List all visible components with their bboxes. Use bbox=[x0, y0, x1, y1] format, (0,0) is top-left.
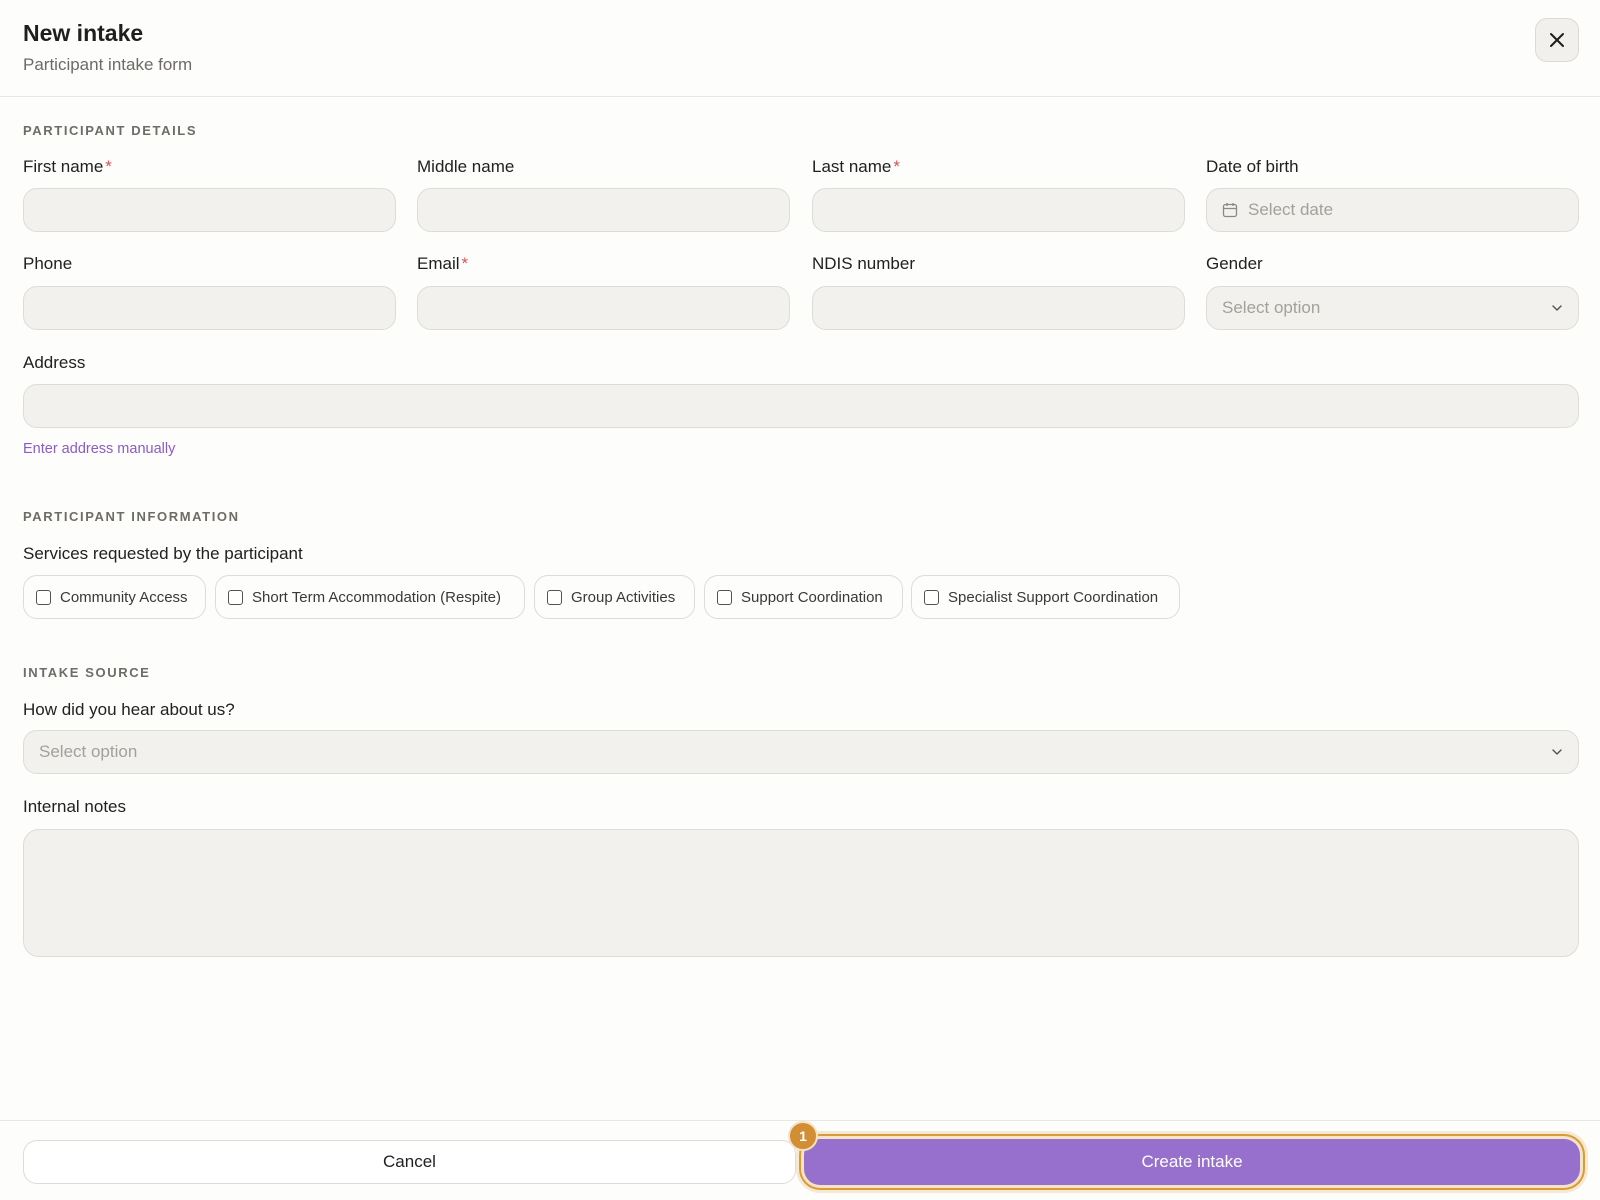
modal-title: New intake bbox=[23, 20, 144, 46]
phone-label: Phone bbox=[23, 254, 73, 273]
close-icon bbox=[1550, 33, 1564, 47]
section-intake-source: INTAKE SOURCE bbox=[23, 665, 151, 680]
required-marker: * bbox=[105, 157, 112, 176]
middle-name-label: Middle name bbox=[417, 157, 515, 176]
checkbox[interactable] bbox=[228, 589, 243, 605]
section-participant-information: PARTICIPANT INFORMATION bbox=[23, 509, 240, 524]
first-name-label: First name * bbox=[23, 157, 112, 176]
service-option-label: Community Access bbox=[60, 588, 188, 606]
checkbox[interactable] bbox=[547, 589, 562, 605]
last-name-input[interactable] bbox=[812, 188, 1185, 232]
modal-header: New intake Participant intake form bbox=[0, 0, 1600, 97]
service-option-support-coordination[interactable]: Support Coordination bbox=[704, 575, 903, 619]
date-of-birth-picker[interactable]: Select date bbox=[1206, 188, 1579, 232]
close-button[interactable] bbox=[1535, 18, 1579, 62]
service-option-short-term-accommodation[interactable]: Short Term Accommodation (Respite) bbox=[215, 575, 525, 619]
checkbox[interactable] bbox=[717, 589, 732, 605]
gender-select[interactable]: Select option bbox=[1206, 286, 1579, 330]
hear-about-label: How did you hear about us? bbox=[23, 700, 235, 719]
first-name-input[interactable] bbox=[23, 188, 396, 232]
email-input[interactable] bbox=[417, 286, 790, 330]
checkbox[interactable] bbox=[924, 589, 939, 605]
service-option-label: Group Activities bbox=[571, 588, 676, 606]
ndis-number-input[interactable] bbox=[812, 286, 1185, 330]
address-label: Address bbox=[23, 353, 86, 372]
service-option-label: Specialist Support Coordination bbox=[948, 588, 1159, 606]
email-label: Email * bbox=[417, 254, 469, 273]
chevron-down-icon bbox=[1552, 749, 1562, 755]
internal-notes-textarea[interactable] bbox=[23, 829, 1579, 957]
checkbox[interactable] bbox=[36, 589, 51, 605]
chevron-down-icon bbox=[1552, 305, 1562, 311]
service-option-label: Support Coordination bbox=[741, 588, 883, 606]
last-name-label: Last name * bbox=[812, 157, 901, 176]
address-input[interactable] bbox=[23, 384, 1579, 428]
service-option-label: Short Term Accommodation (Respite) bbox=[252, 588, 501, 606]
services-label: Services requested by the participant bbox=[23, 544, 303, 563]
service-option-specialist-support-coordination[interactable]: Specialist Support Coordination bbox=[911, 575, 1180, 619]
required-marker: * bbox=[461, 254, 469, 273]
modal-subtitle: Participant intake form bbox=[23, 55, 193, 74]
gender-placeholder: Select option bbox=[1222, 298, 1321, 317]
enter-address-manually-link[interactable]: Enter address manually bbox=[23, 441, 175, 457]
date-of-birth-placeholder: Select date bbox=[1248, 200, 1334, 219]
calendar-icon bbox=[1222, 203, 1238, 218]
new-intake-modal: New intake Participant intake form PARTI… bbox=[0, 0, 1600, 1200]
create-intake-button[interactable]: Create intake bbox=[804, 1139, 1580, 1185]
internal-notes-label: Internal notes bbox=[23, 797, 127, 816]
service-option-group-activities[interactable]: Group Activities bbox=[534, 575, 695, 619]
hear-about-select[interactable]: Select option bbox=[23, 730, 1579, 774]
gender-label: Gender bbox=[1206, 254, 1263, 273]
section-participant-details: PARTICIPANT DETAILS bbox=[23, 123, 198, 138]
ndis-number-label: NDIS number bbox=[812, 254, 915, 273]
cancel-button[interactable]: Cancel bbox=[23, 1140, 796, 1184]
step-badge: 1 bbox=[788, 1121, 818, 1151]
date-of-birth-label: Date of birth bbox=[1206, 157, 1299, 176]
phone-input[interactable] bbox=[23, 286, 396, 330]
hear-about-placeholder: Select option bbox=[39, 742, 138, 761]
service-option-community-access[interactable]: Community Access bbox=[23, 575, 206, 619]
required-marker: * bbox=[893, 157, 901, 176]
middle-name-input[interactable] bbox=[417, 188, 790, 232]
